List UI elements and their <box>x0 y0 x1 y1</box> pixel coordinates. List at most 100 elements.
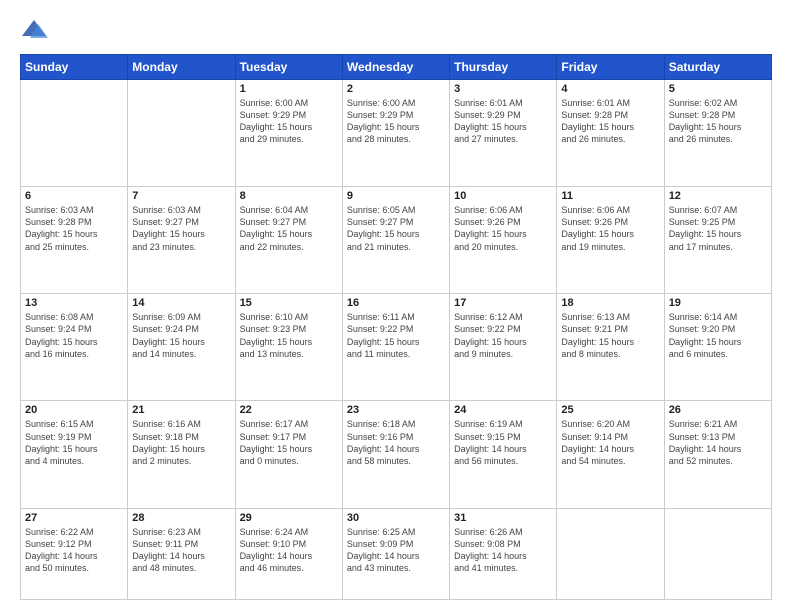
calendar-cell: 10 Sunrise: 6:06 AM Sunset: 9:26 PM Dayli… <box>450 187 557 294</box>
calendar-cell: 25 Sunrise: 6:20 AM Sunset: 9:14 PM Dayli… <box>557 401 664 508</box>
day-number: 15 <box>240 297 338 309</box>
calendar-cell: 6Sunrise: 6:03 AM Sunset: 9:28 PM Daylig… <box>21 187 128 294</box>
calendar-cell: 13 Sunrise: 6:08 AM Sunset: 9:24 PM Dayli… <box>21 294 128 401</box>
calendar-cell: 30 Sunrise: 6:25 AM Sunset: 9:09 PM Dayli… <box>342 508 449 600</box>
calendar-week-row: 27 Sunrise: 6:22 AM Sunset: 9:12 PM Dayli… <box>21 508 772 600</box>
day-info: Sunrise: 6:00 AM Sunset: 9:29 PM Dayligh… <box>240 97 338 146</box>
day-info: Sunrise: 6:05 AM Sunset: 9:27 PM Dayligh… <box>347 204 445 253</box>
weekday-header: Sunday <box>21 55 128 80</box>
calendar-cell <box>128 80 235 187</box>
day-info: Sunrise: 6:16 AM Sunset: 9:18 PM Dayligh… <box>132 418 230 467</box>
day-number: 24 <box>454 404 552 416</box>
day-info: Sunrise: 6:20 AM Sunset: 9:14 PM Dayligh… <box>561 418 659 467</box>
day-number: 22 <box>240 404 338 416</box>
calendar-cell: 23 Sunrise: 6:18 AM Sunset: 9:16 PM Dayli… <box>342 401 449 508</box>
day-info: Sunrise: 6:24 AM Sunset: 9:10 PM Dayligh… <box>240 526 338 575</box>
day-number: 5 <box>669 83 767 95</box>
calendar-cell: 28 Sunrise: 6:23 AM Sunset: 9:11 PM Dayli… <box>128 508 235 600</box>
day-info: Sunrise: 6:18 AM Sunset: 9:16 PM Dayligh… <box>347 418 445 467</box>
day-number: 4 <box>561 83 659 95</box>
calendar-cell: 19 Sunrise: 6:14 AM Sunset: 9:20 PM Dayli… <box>664 294 771 401</box>
day-number: 31 <box>454 512 552 524</box>
day-info: Sunrise: 6:09 AM Sunset: 9:24 PM Dayligh… <box>132 311 230 360</box>
day-number: 7 <box>132 190 230 202</box>
calendar-cell: 31Sunrise: 6:26 AM Sunset: 9:08 PM Dayli… <box>450 508 557 600</box>
logo <box>20 16 52 44</box>
day-number: 20 <box>25 404 123 416</box>
calendar-cell: 18 Sunrise: 6:13 AM Sunset: 9:21 PM Dayli… <box>557 294 664 401</box>
calendar: SundayMondayTuesdayWednesdayThursdayFrid… <box>20 54 772 600</box>
calendar-cell: 26 Sunrise: 6:21 AM Sunset: 9:13 PM Dayli… <box>664 401 771 508</box>
calendar-cell: 12 Sunrise: 6:07 AM Sunset: 9:25 PM Dayli… <box>664 187 771 294</box>
day-number: 28 <box>132 512 230 524</box>
day-number: 2 <box>347 83 445 95</box>
calendar-cell: 1 Sunrise: 6:00 AM Sunset: 9:29 PM Daylig… <box>235 80 342 187</box>
weekday-header: Saturday <box>664 55 771 80</box>
day-number: 13 <box>25 297 123 309</box>
weekday-header: Friday <box>557 55 664 80</box>
day-info: Sunrise: 6:13 AM Sunset: 9:21 PM Dayligh… <box>561 311 659 360</box>
calendar-cell <box>21 80 128 187</box>
day-info: Sunrise: 6:03 AM Sunset: 9:28 PM Dayligh… <box>25 204 123 253</box>
day-number: 3 <box>454 83 552 95</box>
day-info: Sunrise: 6:01 AM Sunset: 9:28 PM Dayligh… <box>561 97 659 146</box>
calendar-cell <box>664 508 771 600</box>
day-info: Sunrise: 6:19 AM Sunset: 9:15 PM Dayligh… <box>454 418 552 467</box>
calendar-cell: 2 Sunrise: 6:00 AM Sunset: 9:29 PM Daylig… <box>342 80 449 187</box>
calendar-cell: 14 Sunrise: 6:09 AM Sunset: 9:24 PM Dayli… <box>128 294 235 401</box>
day-number: 16 <box>347 297 445 309</box>
day-info: Sunrise: 6:06 AM Sunset: 9:26 PM Dayligh… <box>561 204 659 253</box>
page: SundayMondayTuesdayWednesdayThursdayFrid… <box>0 0 792 612</box>
header <box>20 16 772 44</box>
calendar-cell: 27 Sunrise: 6:22 AM Sunset: 9:12 PM Dayli… <box>21 508 128 600</box>
day-info: Sunrise: 6:21 AM Sunset: 9:13 PM Dayligh… <box>669 418 767 467</box>
day-info: Sunrise: 6:04 AM Sunset: 9:27 PM Dayligh… <box>240 204 338 253</box>
day-info: Sunrise: 6:03 AM Sunset: 9:27 PM Dayligh… <box>132 204 230 253</box>
day-info: Sunrise: 6:01 AM Sunset: 9:29 PM Dayligh… <box>454 97 552 146</box>
day-number: 25 <box>561 404 659 416</box>
day-info: Sunrise: 6:00 AM Sunset: 9:29 PM Dayligh… <box>347 97 445 146</box>
day-info: Sunrise: 6:17 AM Sunset: 9:17 PM Dayligh… <box>240 418 338 467</box>
day-number: 19 <box>669 297 767 309</box>
calendar-cell: 11Sunrise: 6:06 AM Sunset: 9:26 PM Dayli… <box>557 187 664 294</box>
calendar-cell: 7 Sunrise: 6:03 AM Sunset: 9:27 PM Daylig… <box>128 187 235 294</box>
day-info: Sunrise: 6:25 AM Sunset: 9:09 PM Dayligh… <box>347 526 445 575</box>
day-number: 14 <box>132 297 230 309</box>
day-info: Sunrise: 6:14 AM Sunset: 9:20 PM Dayligh… <box>669 311 767 360</box>
calendar-cell: 9 Sunrise: 6:05 AM Sunset: 9:27 PM Daylig… <box>342 187 449 294</box>
day-number: 26 <box>669 404 767 416</box>
day-info: Sunrise: 6:02 AM Sunset: 9:28 PM Dayligh… <box>669 97 767 146</box>
day-number: 30 <box>347 512 445 524</box>
day-info: Sunrise: 6:15 AM Sunset: 9:19 PM Dayligh… <box>25 418 123 467</box>
calendar-cell: 24 Sunrise: 6:19 AM Sunset: 9:15 PM Dayli… <box>450 401 557 508</box>
day-number: 21 <box>132 404 230 416</box>
day-number: 27 <box>25 512 123 524</box>
calendar-cell: 22 Sunrise: 6:17 AM Sunset: 9:17 PM Dayli… <box>235 401 342 508</box>
day-number: 18 <box>561 297 659 309</box>
day-number: 8 <box>240 190 338 202</box>
calendar-week-row: 13 Sunrise: 6:08 AM Sunset: 9:24 PM Dayli… <box>21 294 772 401</box>
day-number: 1 <box>240 83 338 95</box>
weekday-header: Thursday <box>450 55 557 80</box>
day-info: Sunrise: 6:06 AM Sunset: 9:26 PM Dayligh… <box>454 204 552 253</box>
day-number: 23 <box>347 404 445 416</box>
logo-icon <box>20 16 48 44</box>
day-number: 10 <box>454 190 552 202</box>
day-info: Sunrise: 6:10 AM Sunset: 9:23 PM Dayligh… <box>240 311 338 360</box>
day-info: Sunrise: 6:23 AM Sunset: 9:11 PM Dayligh… <box>132 526 230 575</box>
calendar-cell: 3 Sunrise: 6:01 AM Sunset: 9:29 PM Daylig… <box>450 80 557 187</box>
calendar-cell: 16Sunrise: 6:11 AM Sunset: 9:22 PM Dayli… <box>342 294 449 401</box>
day-number: 12 <box>669 190 767 202</box>
calendar-cell: 17Sunrise: 6:12 AM Sunset: 9:22 PM Dayli… <box>450 294 557 401</box>
calendar-week-row: 6Sunrise: 6:03 AM Sunset: 9:28 PM Daylig… <box>21 187 772 294</box>
day-number: 9 <box>347 190 445 202</box>
day-info: Sunrise: 6:22 AM Sunset: 9:12 PM Dayligh… <box>25 526 123 575</box>
calendar-cell <box>557 508 664 600</box>
calendar-cell: 15 Sunrise: 6:10 AM Sunset: 9:23 PM Dayli… <box>235 294 342 401</box>
calendar-cell: 4 Sunrise: 6:01 AM Sunset: 9:28 PM Daylig… <box>557 80 664 187</box>
calendar-week-row: 1 Sunrise: 6:00 AM Sunset: 9:29 PM Daylig… <box>21 80 772 187</box>
day-info: Sunrise: 6:08 AM Sunset: 9:24 PM Dayligh… <box>25 311 123 360</box>
calendar-cell: 29Sunrise: 6:24 AM Sunset: 9:10 PM Dayli… <box>235 508 342 600</box>
day-info: Sunrise: 6:07 AM Sunset: 9:25 PM Dayligh… <box>669 204 767 253</box>
weekday-header: Wednesday <box>342 55 449 80</box>
